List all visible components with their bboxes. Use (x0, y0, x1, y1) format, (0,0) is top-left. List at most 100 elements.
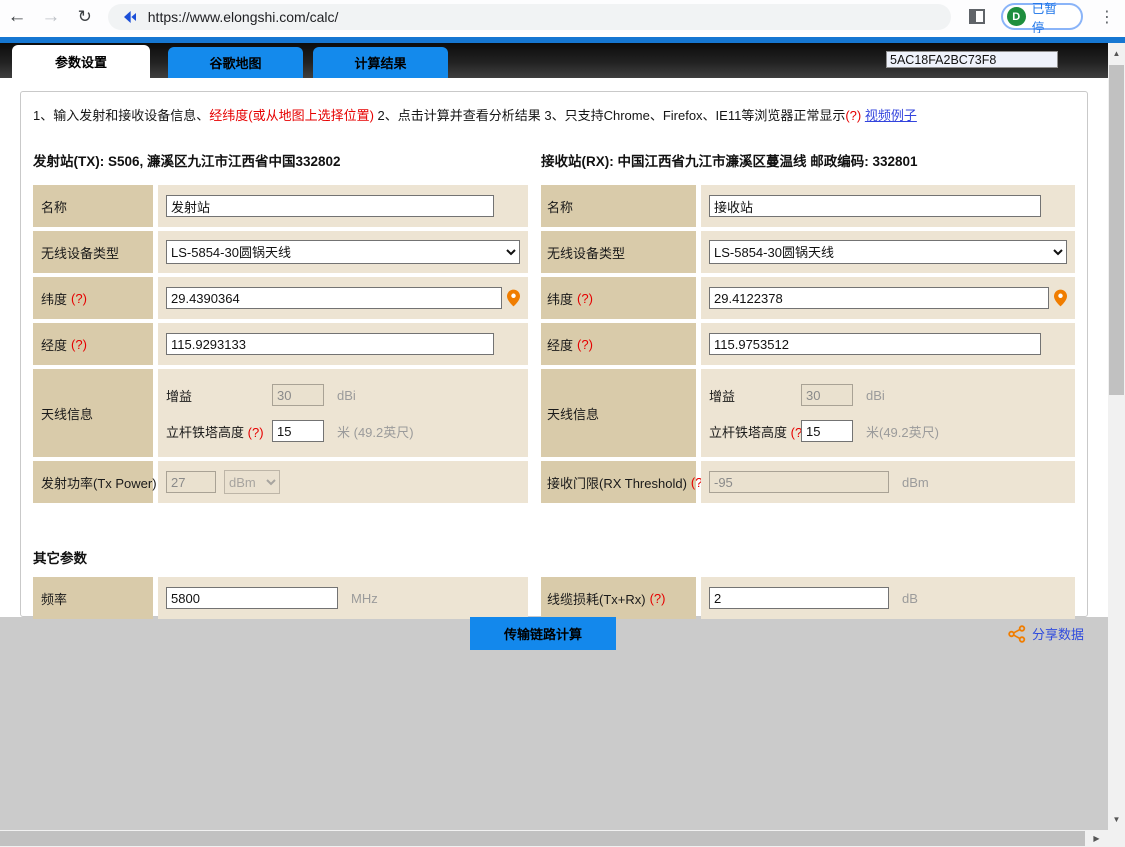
share-label: 分享数据 (1032, 624, 1084, 643)
tx-name-label: 名称 (33, 185, 153, 227)
tx-device-select[interactable]: LS-5854-30圆锅天线 (166, 240, 520, 264)
rx-antenna-row: 天线信息 增益 dBi 立杆铁塔高度 (?) 米(49.2英尺) (541, 369, 1075, 457)
rx-lng-input[interactable] (709, 333, 1041, 355)
browser-toolbar: ← → ↻ https://www.elongshi.com/calc/ D 已… (0, 0, 1125, 33)
rx-name-input[interactable] (709, 195, 1041, 217)
address-bar[interactable]: https://www.elongshi.com/calc/ (108, 4, 951, 30)
horizontal-scroll-thumb[interactable] (0, 831, 1085, 846)
instruction-steps23: 2、点击计算并查看分析结果 3、只支持Chrome、Firefox、IE11等浏… (374, 108, 845, 123)
tx-lat-input[interactable] (166, 287, 502, 309)
tab-google-map[interactable]: 谷歌地图 (168, 47, 303, 78)
reload-icon[interactable]: ↻ (68, 7, 102, 27)
station-columns: 发射站(TX): S506, 濂溪区九江市江西省中国332802 名称 无线设备… (33, 150, 1075, 507)
forward-icon[interactable]: → (34, 6, 68, 28)
map-pin-icon[interactable] (507, 289, 520, 307)
back-icon[interactable]: ← (0, 6, 34, 28)
settings-panel: 1、输入发射和接收设备信息、经纬度(或从地图上选择位置) 2、点击计算并查看分析… (20, 91, 1088, 617)
scroll-right-arrow-icon[interactable]: ▶ (1088, 830, 1105, 847)
instruction-help-mark[interactable]: (?) (845, 108, 861, 123)
tx-height-input[interactable] (272, 420, 324, 442)
rx-threshold-label: 接收门限(RX Threshold)(?) (541, 461, 696, 503)
rx-lat-input[interactable] (709, 287, 1049, 309)
url-text: https://www.elongshi.com/calc/ (148, 9, 339, 25)
tx-lat-label: 纬度(?) (33, 277, 153, 319)
rx-lng-label: 经度(?) (541, 323, 696, 365)
side-panel-icon[interactable] (969, 9, 985, 24)
rx-threshold-input (709, 471, 889, 493)
tx-gain-label: 增益 (166, 386, 272, 405)
map-pin-icon[interactable] (1054, 289, 1067, 307)
tx-station-header: 发射站(TX): S506, 濂溪区九江市江西省中国332802 (33, 150, 528, 170)
cable-loss-unit: dB (902, 591, 918, 606)
cable-loss-input[interactable] (709, 587, 889, 609)
tx-height-label: 立杆铁塔高度 (?) (166, 422, 272, 441)
rx-threshold-row: 接收门限(RX Threshold)(?) dBm (541, 461, 1075, 503)
rx-lat-label: 纬度(?) (541, 277, 696, 319)
share-data-link[interactable]: 分享数据 (1008, 624, 1084, 643)
site-tab-bar: 参数设置 谷歌地图 计算结果 (0, 43, 1108, 78)
cable-loss-help[interactable]: (?) (650, 591, 666, 606)
menu-kebab-icon[interactable]: ⋮ (1089, 7, 1125, 27)
frequency-row: 频率 MHz (33, 577, 528, 619)
tx-gain-unit: dBi (337, 388, 356, 403)
tx-gain-input (272, 384, 324, 406)
frequency-input[interactable] (166, 587, 338, 609)
rx-name-label: 名称 (541, 185, 696, 227)
calculate-link-button[interactable]: 传输链路计算 (470, 617, 616, 650)
instructions: 1、输入发射和接收设备信息、经纬度(或从地图上选择位置) 2、点击计算并查看分析… (33, 105, 1087, 124)
tx-name-row: 名称 (33, 185, 528, 227)
tx-power-input (166, 471, 216, 493)
rx-height-unit: 米(49.2英尺) (866, 422, 939, 441)
tx-lat-row: 纬度(?) (33, 277, 528, 319)
tx-antenna-row: 天线信息 增益 dBi 立杆铁塔高度 (?) 米 (49.2英尺) (33, 369, 528, 457)
horizontal-scrollbar[interactable]: ▶ (0, 830, 1108, 847)
frequency-section: 频率 MHz (33, 577, 528, 623)
avatar: D (1007, 7, 1026, 26)
rx-device-select[interactable]: LS-5854-30圆锅天线 (709, 240, 1067, 264)
tx-lat-help[interactable]: (?) (71, 291, 87, 306)
profile-chip[interactable]: D 已暂停 (1001, 3, 1083, 30)
tx-lng-label: 经度(?) (33, 323, 153, 365)
rx-height-label: 立杆铁塔高度 (?) (709, 422, 801, 441)
rx-name-row: 名称 (541, 185, 1075, 227)
rx-lng-help[interactable]: (?) (577, 337, 593, 352)
tx-height-help[interactable]: (?) (248, 425, 264, 440)
frequency-unit: MHz (351, 591, 378, 606)
tx-height-unit: 米 (49.2英尺) (337, 422, 414, 441)
tx-power-row: 发射功率(Tx Power) dBm (33, 461, 528, 503)
rx-gain-unit: dBi (866, 388, 885, 403)
scroll-up-arrow-icon[interactable]: ▲ (1108, 45, 1125, 62)
rx-height-input[interactable] (801, 420, 853, 442)
cable-loss-label: 线缆损耗(Tx+Rx)(?) (541, 577, 696, 619)
tx-power-label: 发射功率(Tx Power) (33, 461, 153, 503)
share-icon (1008, 625, 1026, 643)
rx-device-label: 无线设备类型 (541, 231, 696, 273)
rx-lat-help[interactable]: (?) (577, 291, 593, 306)
frequency-label: 频率 (33, 577, 153, 619)
tx-power-unit-select: dBm (224, 470, 280, 494)
rx-threshold-unit: dBm (902, 475, 929, 490)
tx-lng-row: 经度(?) (33, 323, 528, 365)
rx-gain-input (801, 384, 853, 406)
rx-station-section: 接收站(RX): 中国江西省九江市濂溪区蔓温线 邮政编码: 332801 名称 … (541, 150, 1075, 507)
tx-lng-input[interactable] (166, 333, 494, 355)
rx-station-header: 接收站(RX): 中国江西省九江市濂溪区蔓温线 邮政编码: 332801 (541, 150, 1075, 170)
tab-settings[interactable]: 参数设置 (12, 45, 150, 78)
tab-results[interactable]: 计算结果 (313, 47, 448, 78)
site-favicon-icon (122, 9, 138, 25)
video-example-link[interactable]: 视频例子 (865, 108, 917, 123)
vertical-scrollbar[interactable]: ▲ ▼ (1108, 43, 1125, 830)
session-code-input[interactable] (886, 51, 1058, 68)
tx-station-section: 发射站(TX): S506, 濂溪区九江市江西省中国332802 名称 无线设备… (33, 150, 528, 507)
vertical-scroll-thumb[interactable] (1109, 65, 1124, 395)
instruction-highlight: 经纬度(或从地图上选择位置) (209, 108, 374, 123)
cable-loss-row: 线缆损耗(Tx+Rx)(?) dB (541, 577, 1075, 619)
scroll-down-arrow-icon[interactable]: ▼ (1108, 811, 1125, 828)
scrollbar-corner (1108, 830, 1125, 847)
rx-device-row: 无线设备类型 LS-5854-30圆锅天线 (541, 231, 1075, 273)
rx-gain-label: 增益 (709, 386, 801, 405)
tx-lng-help[interactable]: (?) (71, 337, 87, 352)
tx-name-input[interactable] (166, 195, 494, 217)
toolbar-right: D 已暂停 ⋮ (959, 3, 1125, 30)
rx-lng-row: 经度(?) (541, 323, 1075, 365)
